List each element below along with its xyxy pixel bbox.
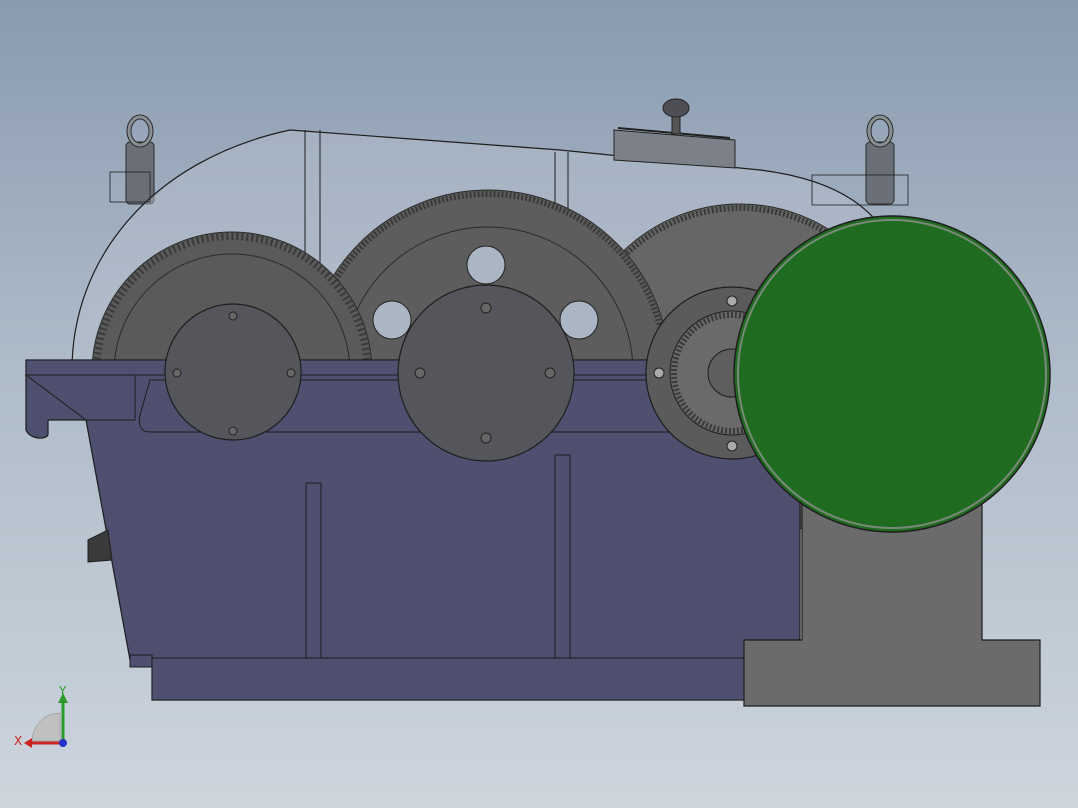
motor[interactable] bbox=[733, 215, 1051, 533]
x-axis-label: X bbox=[14, 734, 22, 748]
right-lifting-eye bbox=[865, 114, 895, 205]
z-axis-dot bbox=[59, 739, 67, 747]
y-axis-label: Y bbox=[58, 685, 67, 698]
intermediate-shaft-cap[interactable] bbox=[397, 284, 575, 462]
gear-reducer-model[interactable] bbox=[0, 0, 1078, 808]
input-shaft-cap[interactable] bbox=[164, 303, 302, 441]
inspection-cover bbox=[613, 98, 736, 169]
cad-viewport[interactable]: Y X bbox=[0, 0, 1078, 808]
orientation-triad[interactable]: Y X bbox=[10, 685, 80, 755]
x-axis-arrow bbox=[24, 738, 32, 748]
